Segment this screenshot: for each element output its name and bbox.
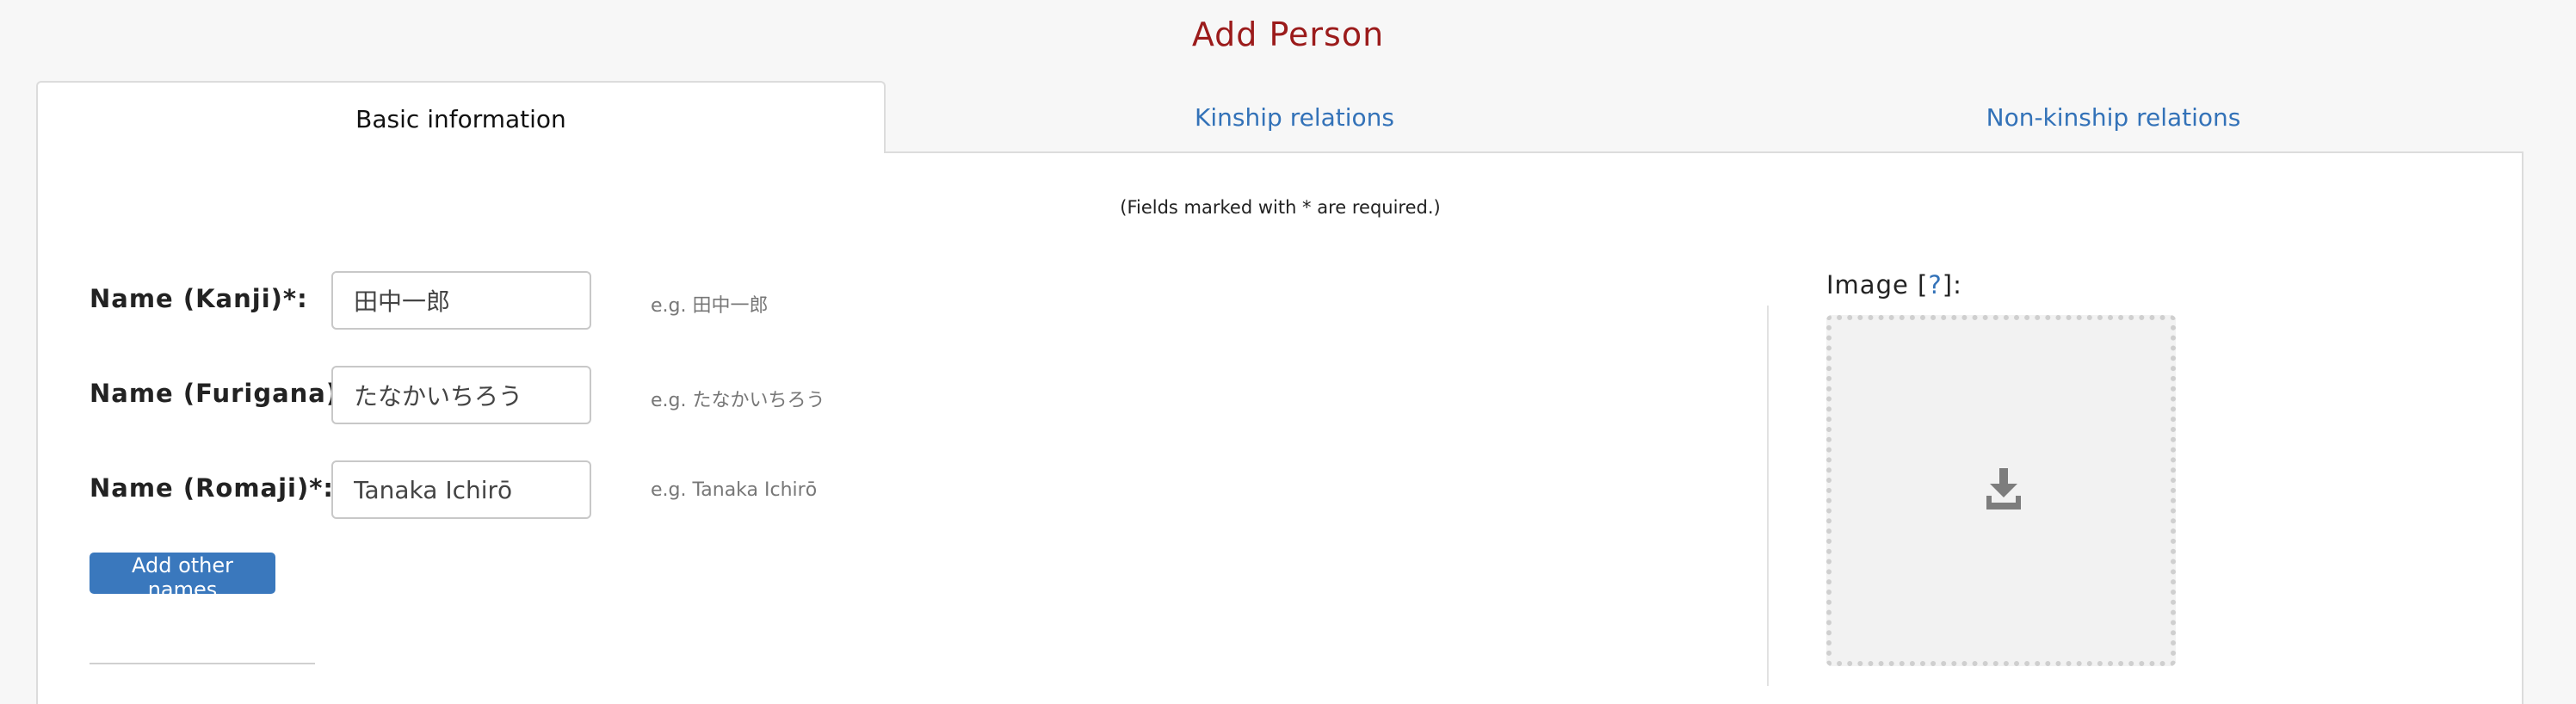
name-romaji-input[interactable]: [331, 460, 591, 519]
image-help-link[interactable]: ?: [1928, 270, 1942, 300]
tab-basic-information[interactable]: Basic information: [36, 81, 886, 155]
image-dropzone[interactable]: [1826, 315, 2176, 666]
column-divider: [1767, 306, 1769, 686]
name-furigana-label: Name (Furigana)*:: [90, 379, 363, 408]
required-fields-note: (Fields marked with * are required.): [1120, 197, 1441, 218]
page-title: Add Person: [1191, 15, 1385, 53]
tab-kinship-relations[interactable]: Kinship relations: [886, 81, 1703, 153]
download-icon: [1986, 468, 2021, 509]
add-other-names-button[interactable]: Add other names: [90, 553, 275, 602]
name-kanji-label: Name (Kanji)*:: [90, 284, 308, 313]
image-label: Image [?]:: [1826, 270, 1962, 300]
tab-non-kinship-relations[interactable]: Non-kinship relations: [1703, 81, 2523, 153]
image-label-prefix: Image [: [1826, 270, 1929, 300]
image-label-suffix: ]:: [1942, 270, 1962, 300]
name-romaji-example: e.g. Tanaka Ichirō: [651, 479, 818, 501]
name-kanji-input[interactable]: [331, 271, 591, 330]
tab-bar: Basic information Kinship relations Non-…: [36, 81, 2523, 155]
section-divider: [90, 663, 315, 664]
name-furigana-input[interactable]: [331, 366, 591, 424]
name-kanji-example: e.g. 田中一郎: [651, 295, 769, 317]
name-romaji-label: Name (Romaji)*:: [90, 473, 335, 503]
name-furigana-example: e.g. たなかいちろう: [651, 390, 825, 411]
